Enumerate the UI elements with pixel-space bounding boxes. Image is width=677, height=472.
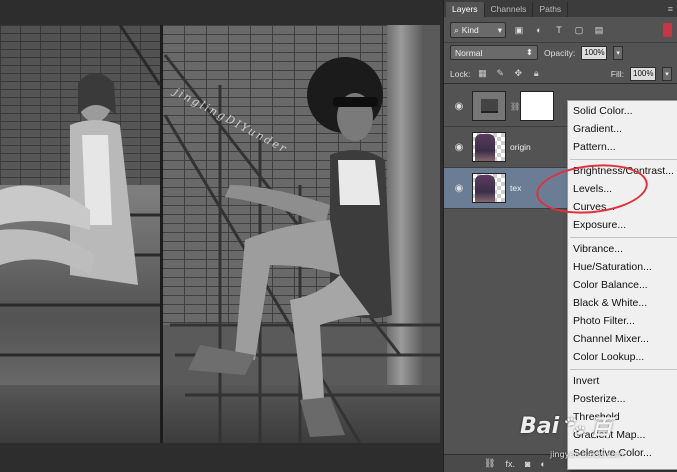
watermark-brand: Bai bbox=[520, 413, 560, 439]
menu-item-exposure[interactable]: Exposure... bbox=[573, 217, 626, 233]
fill-label: Fill: bbox=[610, 68, 624, 79]
left-model bbox=[0, 73, 138, 285]
add-mask-icon[interactable]: ◙ bbox=[525, 459, 530, 469]
menu-item-posterize[interactable]: Posterize... bbox=[573, 391, 626, 407]
menu-item-pattern[interactable]: Pattern... bbox=[573, 139, 616, 155]
pixel-filter-icon[interactable]: ▣ bbox=[512, 23, 526, 37]
watermark-url: jingyan.baidu.com bbox=[550, 450, 624, 459]
fx-button[interactable]: fx. bbox=[505, 459, 515, 469]
eye-icon[interactable]: ◉ bbox=[450, 181, 468, 195]
layer-thumbnail bbox=[472, 173, 506, 203]
adjustment-layer-thumbnail bbox=[472, 91, 506, 121]
paw-icon: 🐾︎ bbox=[562, 414, 588, 438]
menu-item-gradient[interactable]: Gradient... bbox=[573, 121, 622, 137]
menu-item-hue-saturation[interactable]: Hue/Saturation... bbox=[573, 259, 652, 275]
new-adjustment-icon[interactable]: ◐ bbox=[540, 459, 545, 469]
opacity-label: Opacity: bbox=[544, 47, 576, 58]
kind-filter-select[interactable]: ⌕ Kind ▾ bbox=[450, 22, 506, 38]
menu-item-color-lookup[interactable]: Color Lookup... bbox=[573, 349, 644, 365]
menu-item-invert[interactable]: Invert bbox=[573, 373, 599, 389]
blend-row: Normal ⬍ Opacity: 100% ▾ bbox=[444, 42, 677, 62]
chevron-down-icon: ⬍ bbox=[525, 47, 533, 57]
lock-transparent-icon[interactable]: ▦ bbox=[476, 68, 488, 80]
layer-name: origin bbox=[510, 142, 531, 152]
adjustment-filter-icon[interactable]: ◐ bbox=[532, 23, 546, 37]
chevron-down-icon: ▾ bbox=[497, 24, 502, 35]
opacity-field[interactable]: 100% bbox=[581, 45, 608, 60]
tab-channels[interactable]: Channels bbox=[485, 2, 534, 17]
blend-mode-select[interactable]: Normal ⬍ bbox=[450, 45, 538, 60]
photoshop-window: jinglingDIYunder Layers Channels Paths ≡… bbox=[0, 0, 677, 472]
tab-layers[interactable]: Layers bbox=[446, 2, 485, 17]
watermark-brand-cn: 百 bbox=[590, 416, 613, 441]
panel-tabbar: Layers Channels Paths ≡ bbox=[444, 0, 677, 17]
lock-row: Lock: ▦ ✎ ✥ 🔒︎ Fill: 100% ▾ bbox=[444, 64, 677, 84]
lock-label: Lock: bbox=[450, 68, 471, 79]
menu-separator bbox=[570, 237, 677, 238]
fill-field[interactable]: 100% bbox=[630, 66, 656, 81]
link-icon[interactable]: ⛓︎ bbox=[510, 102, 520, 111]
menu-separator bbox=[570, 159, 677, 160]
smart-object-filter-icon[interactable]: ▤ bbox=[592, 23, 606, 37]
menu-separator bbox=[570, 369, 677, 370]
lock-paint-icon[interactable]: ✎ bbox=[494, 68, 506, 80]
document-canvas[interactable]: jinglingDIYunder bbox=[0, 0, 443, 472]
menu-item-black-white[interactable]: Black & White... bbox=[573, 295, 647, 311]
menu-item-solid-color[interactable]: Solid Color... bbox=[573, 103, 633, 119]
eye-icon[interactable]: ◉ bbox=[450, 99, 468, 113]
menu-item-vibrance[interactable]: Vibrance... bbox=[573, 241, 623, 257]
shape-filter-icon[interactable]: ▢ bbox=[572, 23, 586, 37]
photo-figures bbox=[0, 25, 440, 443]
blend-mode-value: Normal bbox=[455, 47, 483, 58]
link-layers-icon[interactable]: ⛓︎ bbox=[484, 458, 495, 469]
layer-filter-row: ⌕ Kind ▾ ▣ ◐ T ▢ ▤ bbox=[444, 19, 677, 41]
lock-all-icon[interactable]: 🔒︎ bbox=[530, 68, 542, 80]
layer-mask-thumbnail[interactable] bbox=[520, 91, 554, 121]
menu-item-photo-filter[interactable]: Photo Filter... bbox=[573, 313, 635, 329]
lock-move-icon[interactable]: ✥ bbox=[512, 68, 524, 80]
menu-item-color-balance[interactable]: Color Balance... bbox=[573, 277, 648, 293]
opacity-dropdown-icon[interactable]: ▾ bbox=[613, 45, 624, 60]
baidu-jingyan-watermark: Bai 🐾︎ 百 jingyan.baidu.com bbox=[520, 410, 624, 460]
kind-label: Kind bbox=[461, 25, 479, 35]
filter-toggle[interactable] bbox=[663, 23, 672, 37]
search-icon: ⌕ bbox=[454, 24, 459, 35]
panel-menu-icon[interactable]: ≡ bbox=[668, 4, 673, 14]
eye-icon[interactable]: ◉ bbox=[450, 140, 468, 154]
photo-composition: jinglingDIYunder bbox=[0, 25, 440, 443]
layer-thumbnail bbox=[472, 132, 506, 162]
fill-dropdown-icon[interactable]: ▾ bbox=[662, 66, 672, 81]
menu-item-channel-mixer[interactable]: Channel Mixer... bbox=[573, 331, 649, 347]
tab-paths[interactable]: Paths bbox=[533, 2, 569, 17]
layer-name: tex bbox=[510, 183, 522, 193]
type-filter-icon[interactable]: T bbox=[552, 23, 566, 37]
